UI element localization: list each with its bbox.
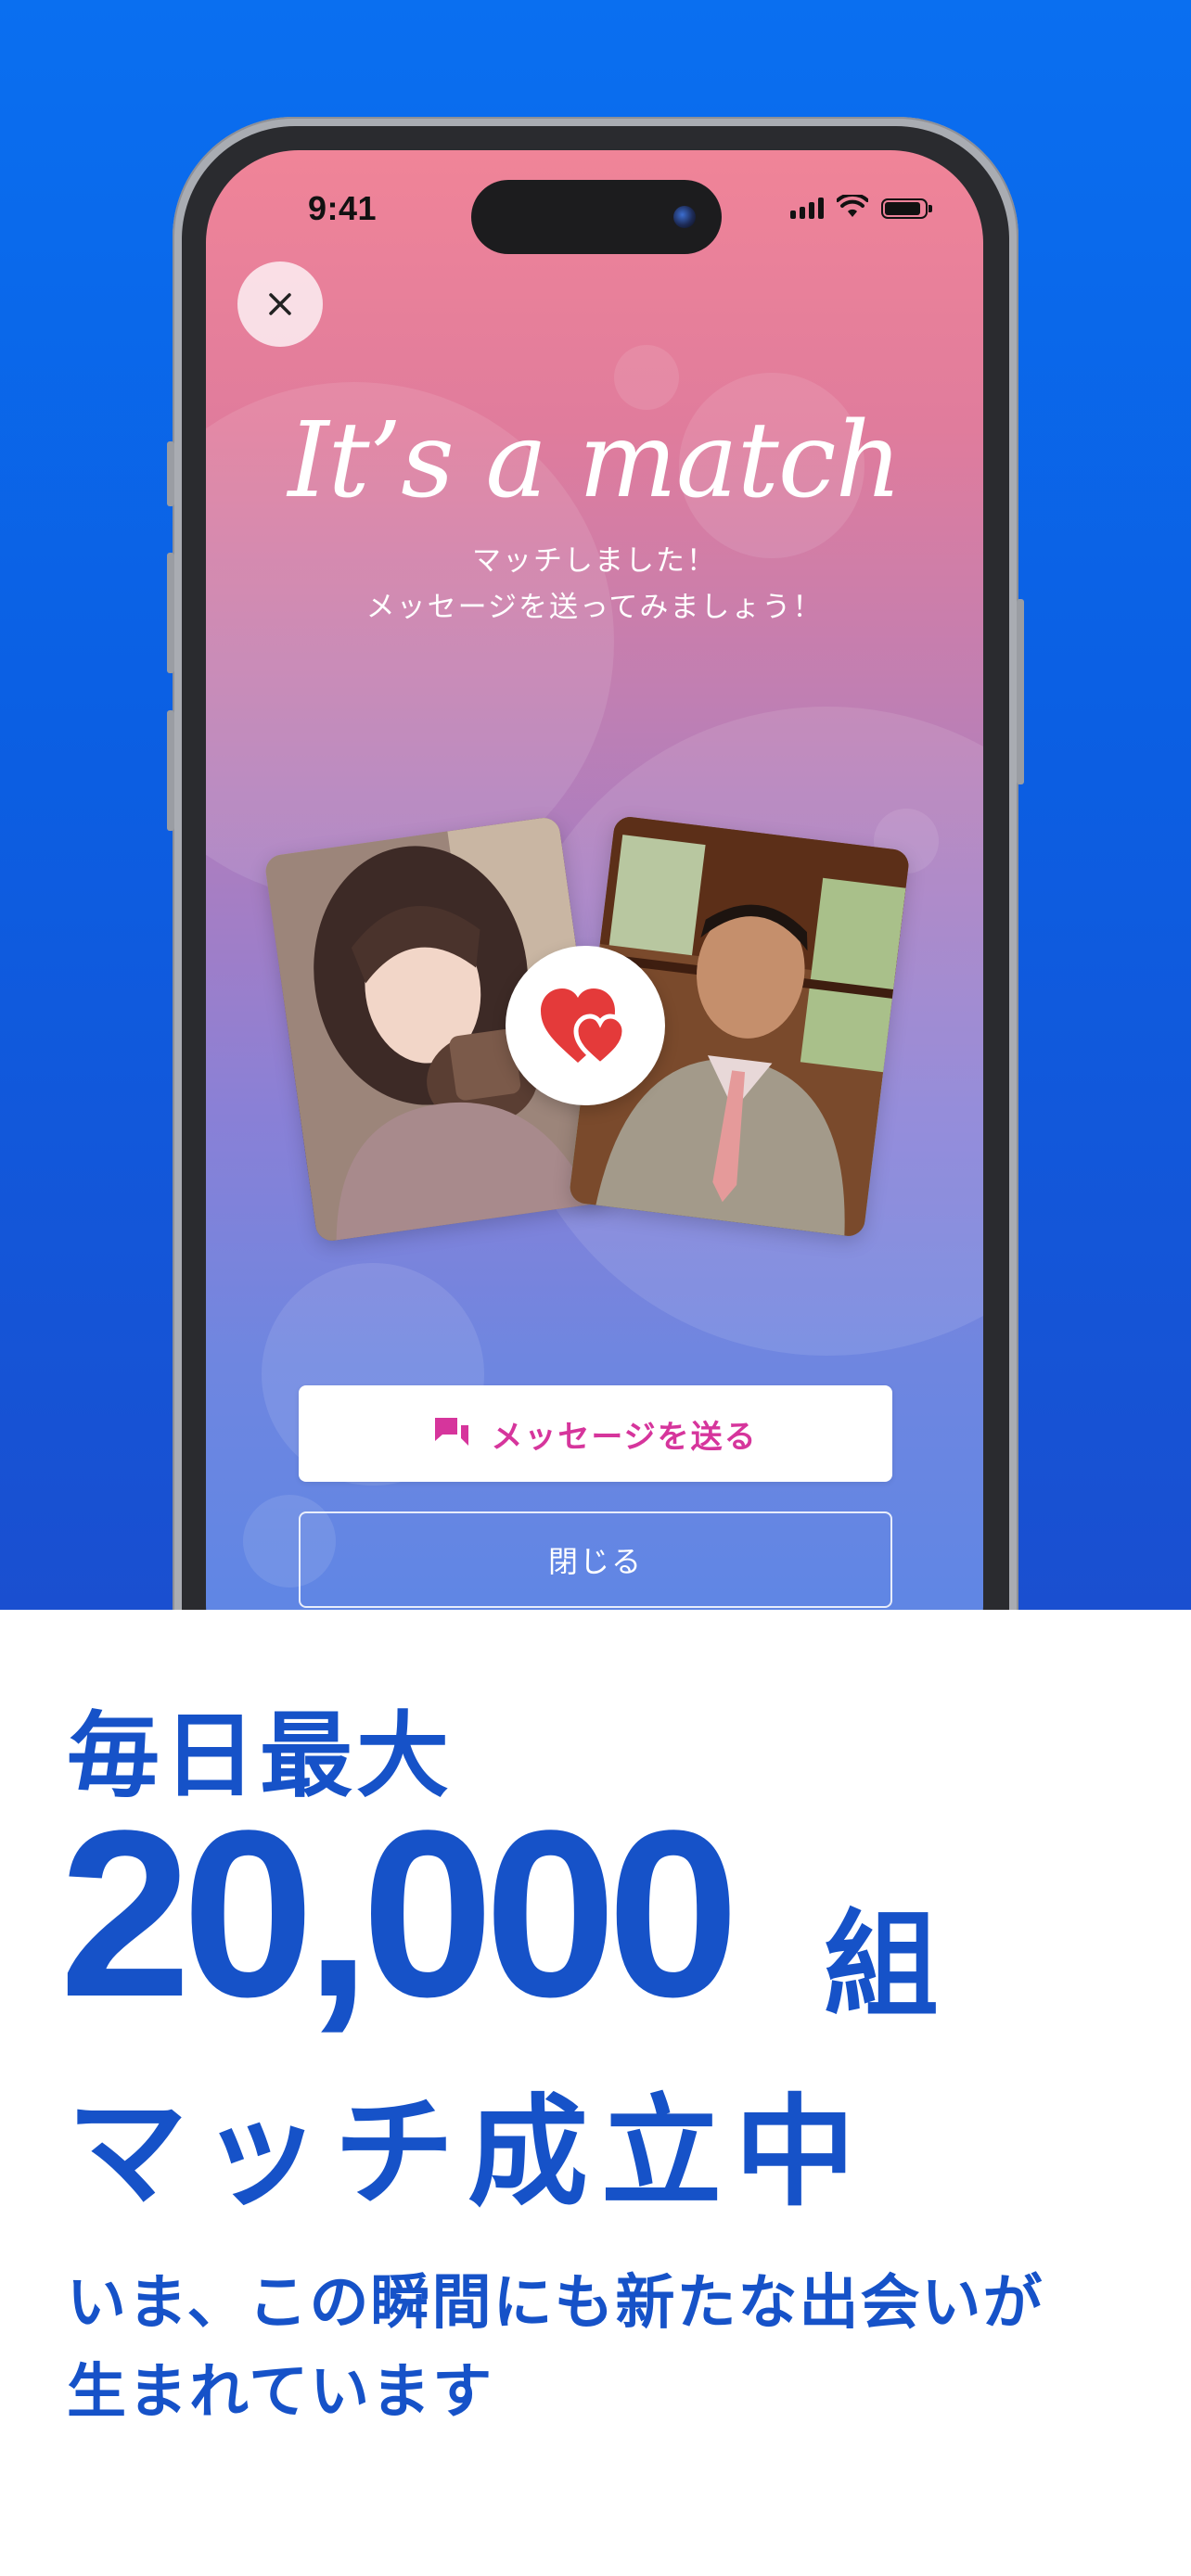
promo-number: 20,000 — [59, 1781, 739, 2047]
hero-section: 9:41 It’s a match マッチしました！ メッセージを送ってみましょ… — [0, 0, 1191, 1610]
phone-mockup: 9:41 It’s a match マッチしました！ メッセージを送ってみましょ… — [167, 117, 1024, 1610]
send-message-button[interactable]: メッセージを送る — [299, 1385, 892, 1482]
dynamic-island — [471, 180, 722, 254]
status-time: 9:41 — [308, 189, 378, 227]
promo-unit: 組 — [824, 1899, 940, 2033]
promo-tagline: いま、この瞬間にも新たな出会いが 生まれています — [67, 2259, 1044, 2437]
status-icons — [790, 195, 932, 219]
subtitle-line-2: メッセージを送ってみましょう！ — [365, 591, 824, 624]
close-button[interactable] — [237, 261, 323, 347]
volume-up-button — [167, 553, 174, 673]
dismiss-label: 閉じる — [547, 1544, 643, 1579]
promo-section: 毎日最大 20,000 組 マッチ成立中 いま、この瞬間にも新たな出会いが 生ま… — [0, 1610, 1191, 2576]
subtitle-line-1: マッチしました！ — [472, 544, 717, 578]
dismiss-button[interactable]: 閉じる — [299, 1511, 892, 1608]
tagline-line-1: いま、この瞬間にも新たな出会いが — [67, 2269, 1044, 2338]
tagline-line-2: 生まれています — [67, 2358, 494, 2427]
power-button — [1017, 599, 1024, 784]
send-message-label: メッセージを送る — [491, 1418, 758, 1456]
volume-down-button — [167, 710, 174, 831]
camera-icon — [673, 206, 696, 228]
match-heart-badge — [506, 946, 665, 1105]
cellular-signal-icon — [790, 197, 824, 219]
battery-icon — [881, 198, 932, 219]
match-subtitle: マッチしました！ メッセージを送ってみましょう！ — [206, 538, 983, 631]
match-headline: It’s a match — [288, 401, 902, 521]
mute-switch — [167, 441, 174, 506]
hearts-icon — [541, 988, 627, 1068]
phone-screen: 9:41 It’s a match マッチしました！ メッセージを送ってみましょ… — [206, 150, 983, 1610]
wifi-icon — [837, 195, 868, 217]
chat-icon — [435, 1418, 469, 1446]
close-icon — [269, 293, 291, 315]
promo-line-3: マッチ成立中 — [67, 2082, 869, 2223]
